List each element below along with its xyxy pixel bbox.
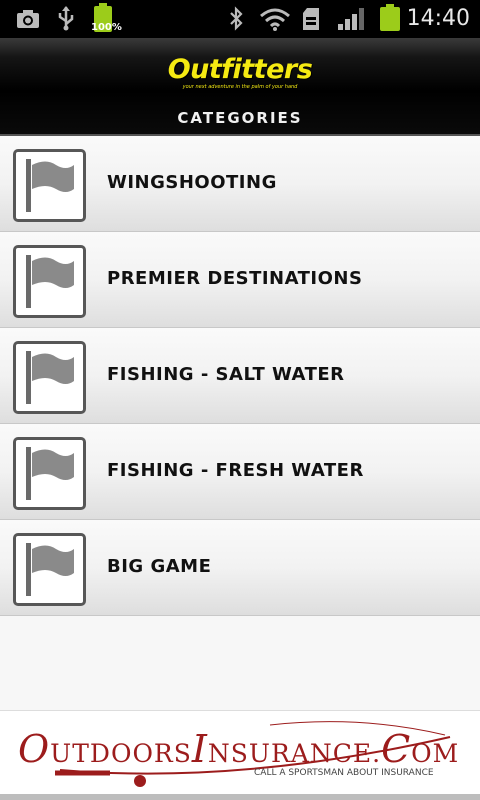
flag-icon	[13, 341, 86, 414]
app-header: Outfitters your next adventure in the pa…	[0, 38, 480, 136]
list-item-big-game[interactable]: BIG GAME	[0, 520, 480, 616]
flag-icon	[13, 437, 86, 510]
list-item-label: FISHING - SALT WATER	[107, 364, 345, 385]
logo-text: Outfitters	[167, 54, 313, 85]
camera-icon	[16, 9, 40, 33]
category-list: WINGSHOOTING PREMIER DESTINATIONS FISHIN…	[0, 136, 480, 710]
bluetooth-icon	[228, 6, 244, 36]
ad-tagline: CALL A SPORTSMAN ABOUT INSURANCE	[254, 768, 434, 778]
battery-percent: 100%	[91, 22, 122, 33]
list-item-label: WINGSHOOTING	[107, 172, 277, 193]
flag-icon	[13, 149, 86, 222]
list-item-label: BIG GAME	[107, 556, 212, 577]
list-item-wingshooting[interactable]: WINGSHOOTING	[0, 136, 480, 232]
status-time: 14:40	[406, 6, 470, 31]
flag-icon	[13, 533, 86, 606]
logo-tagline: your next adventure in the palm of your …	[182, 84, 298, 90]
page-title: CATEGORIES	[177, 109, 303, 127]
list-item-premier-destinations[interactable]: PREMIER DESTINATIONS	[0, 232, 480, 328]
ad-brand-text: OUTDOORSINSURANCE.COM	[18, 727, 460, 771]
flag-icon	[13, 245, 86, 318]
ad-divider	[0, 794, 480, 800]
usb-icon	[56, 5, 76, 35]
outfitters-logo: Outfitters your next adventure in the pa…	[157, 54, 323, 91]
battery-full-icon	[379, 4, 401, 36]
list-item-label: PREMIER DESTINATIONS	[107, 268, 363, 289]
sd-card-icon	[302, 7, 320, 35]
list-item-fishing-fresh-water[interactable]: FISHING - FRESH WATER	[0, 424, 480, 520]
list-item-fishing-salt-water[interactable]: FISHING - SALT WATER	[0, 328, 480, 424]
status-bar: 100% 14:40	[0, 0, 480, 38]
ad-banner[interactable]: OUTDOORSINSURANCE.COM CALL A SPORTSMAN A…	[0, 710, 480, 800]
signal-icon	[337, 7, 365, 35]
list-item-label: FISHING - FRESH WATER	[107, 460, 364, 481]
wifi-icon	[259, 7, 291, 35]
